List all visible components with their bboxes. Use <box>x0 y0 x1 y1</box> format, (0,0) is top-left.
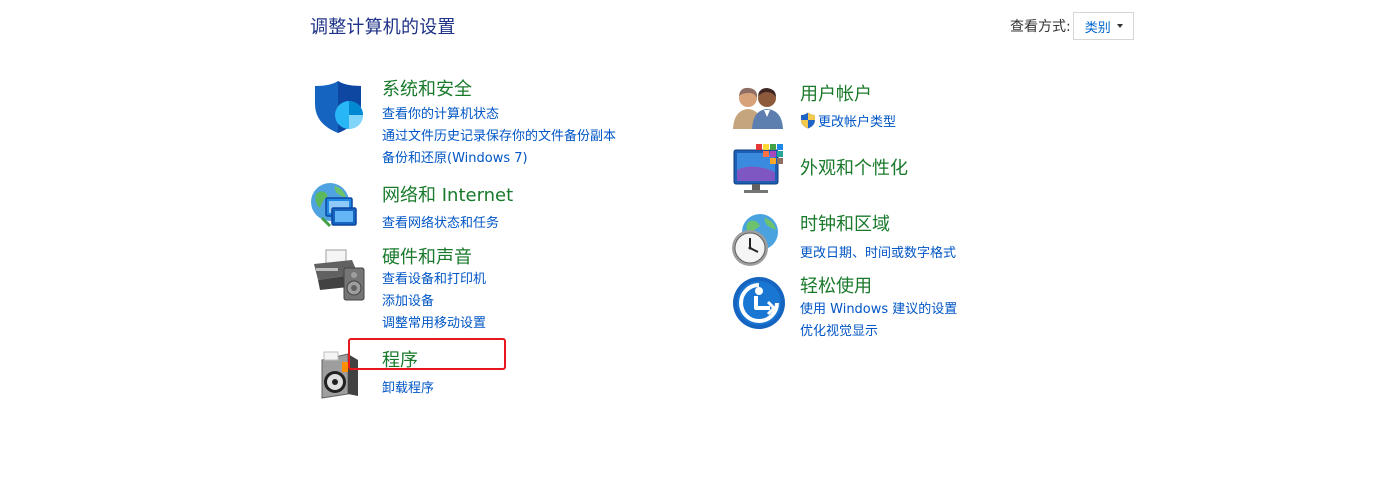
chevron-down-icon <box>1116 24 1123 28</box>
link-view-computer-status[interactable]: 查看你的计算机状态 <box>382 103 499 122</box>
view-by-dropdown[interactable]: 类别 <box>1072 12 1134 40</box>
uac-shield-icon <box>801 112 815 129</box>
category-network-internet[interactable]: 网络和 Internet <box>382 181 513 207</box>
category-appearance-personalization[interactable]: 外观和个性化 <box>800 154 908 180</box>
category-clock-region[interactable]: 时钟和区域 <box>800 210 890 236</box>
monitor-palette-icon[interactable] <box>732 142 788 198</box>
shield-icon[interactable] <box>313 80 365 134</box>
category-user-accounts[interactable]: 用户帐户 <box>800 80 872 106</box>
highlight-box <box>348 338 506 370</box>
link-backup-restore[interactable]: 备份和还原(Windows 7) <box>382 147 528 166</box>
link-view-network-status[interactable]: 查看网络状态和任务 <box>382 212 499 231</box>
link-mobility-settings[interactable]: 调整常用移动设置 <box>382 312 486 331</box>
view-by-value: 类别 <box>1084 20 1111 36</box>
category-system-security[interactable]: 系统和安全 <box>382 75 472 101</box>
category-ease-of-access[interactable]: 轻松使用 <box>800 272 872 298</box>
link-devices-printers[interactable]: 查看设备和打印机 <box>382 268 486 287</box>
link-optimize-visual-display[interactable]: 优化视觉显示 <box>800 320 878 339</box>
category-hardware-sound[interactable]: 硬件和声音 <box>382 243 472 269</box>
view-by-control: 查看方式: 类别 <box>1010 12 1134 40</box>
ease-of-access-icon[interactable] <box>732 276 786 330</box>
clock-globe-icon[interactable] <box>728 212 782 268</box>
change-account-type-label: 更改帐户类型 <box>818 115 897 130</box>
link-uninstall-program[interactable]: 卸载程序 <box>382 377 434 396</box>
users-icon[interactable] <box>732 84 786 130</box>
link-change-account-type[interactable]: 更改帐户类型 <box>800 111 896 130</box>
network-globe-icon[interactable] <box>310 180 358 232</box>
link-windows-recommended-settings[interactable]: 使用 Windows 建议的设置 <box>800 298 957 317</box>
link-change-date-time-format[interactable]: 更改日期、时间或数字格式 <box>800 242 956 261</box>
view-by-label: 查看方式: <box>1010 19 1071 35</box>
page-title: 调整计算机的设置 <box>310 17 456 38</box>
link-add-device[interactable]: 添加设备 <box>382 290 434 309</box>
printer-icon[interactable] <box>312 246 368 302</box>
link-file-history-backup[interactable]: 通过文件历史记录保存你的文件备份副本 <box>382 125 616 144</box>
